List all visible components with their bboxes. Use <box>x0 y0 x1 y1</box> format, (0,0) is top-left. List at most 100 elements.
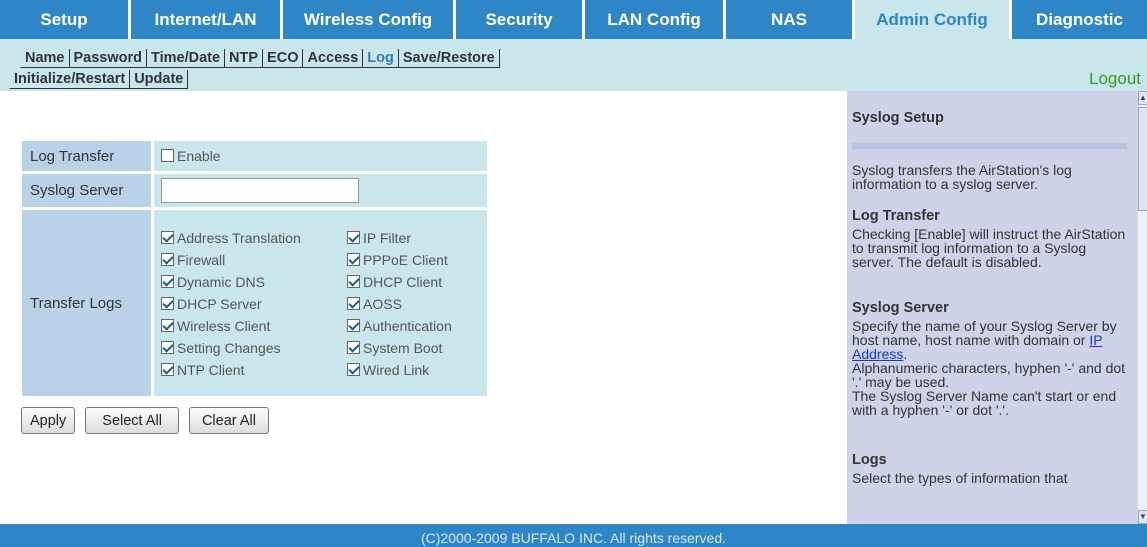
footer: (C)2000-2009 BUFFALO INC. All rights res… <box>0 524 1147 547</box>
subnav-update[interactable]: Update <box>130 70 189 89</box>
log-option-label: Firewall <box>177 251 226 268</box>
copyright-text: (C)2000-2009 BUFFALO INC. All rights res… <box>420 530 726 546</box>
tab-diagnostic[interactable]: Diagnostic <box>1012 0 1147 39</box>
apply-button[interactable]: Apply <box>21 407 76 434</box>
log-option-checkbox[interactable] <box>347 319 360 333</box>
help-logs-text: Select the types of information that <box>852 470 1068 486</box>
log-option-label: Authentication <box>363 317 452 334</box>
log-option: Address Translation <box>161 229 347 247</box>
tab-admin-config[interactable]: Admin Config <box>855 0 1012 39</box>
log-option-label: Address Translation <box>177 229 301 246</box>
log-option-label: System Boot <box>363 339 443 356</box>
syslog-server-input[interactable] <box>161 178 359 203</box>
log-option: System Boot <box>347 339 487 357</box>
logout-link[interactable]: Logout <box>1089 69 1141 89</box>
tab-security[interactable]: Security <box>456 0 585 39</box>
tab-wireless-config[interactable]: Wireless Config <box>283 0 456 39</box>
log-option-checkbox[interactable] <box>347 253 360 267</box>
help-syslog-text-1: Specify the name of your Syslog Server b… <box>852 318 1117 348</box>
scroll-thumb[interactable] <box>1138 107 1147 211</box>
log-option: NTP Client <box>161 361 347 379</box>
clear-all-button[interactable]: Clear All <box>188 407 269 434</box>
scroll-down-arrow-icon[interactable]: ▼ <box>1138 510 1147 524</box>
sub-nav-row-1: Name Password Time/Date NTP ECO Access L… <box>20 49 500 68</box>
tab-nas[interactable]: NAS <box>726 0 855 39</box>
log-option-checkbox[interactable] <box>161 231 174 245</box>
log-option-label: PPPoE Client <box>363 251 448 268</box>
help-syslog-server-title: Syslog Server <box>852 300 949 316</box>
log-option-checkbox[interactable] <box>347 275 360 289</box>
log-option-label: DHCP Server <box>177 295 262 312</box>
tab-internet-lan[interactable]: Internet/LAN <box>131 0 283 39</box>
subnav-time-date[interactable]: Time/Date <box>147 49 226 68</box>
enable-label: Enable <box>177 147 221 164</box>
log-option-checkbox[interactable] <box>161 275 174 289</box>
log-option-label: Wired Link <box>363 361 430 378</box>
help-syslog-text-3: Alphanumeric characters, hyphen '-' and … <box>852 360 1126 390</box>
log-option: IP Filter <box>347 229 487 247</box>
log-option-label: Setting Changes <box>177 339 281 356</box>
syslog-server-cell <box>151 174 487 207</box>
syslog-server-label: Syslog Server <box>22 174 151 207</box>
select-all-button[interactable]: Select All <box>85 407 179 434</box>
transfer-logs-options: Address Translation IP Filter Firewall PPPo… <box>161 227 487 379</box>
sub-nav-row-2: Initialize/Restart Update <box>9 70 189 89</box>
log-option-checkbox[interactable] <box>161 253 174 267</box>
scroll-up-arrow-icon[interactable]: ▲ <box>1138 91 1147 105</box>
sub-nav: Name Password Time/Date NTP ECO Access L… <box>0 39 1147 91</box>
log-option-label: AOSS <box>363 295 402 312</box>
log-option-checkbox[interactable] <box>347 231 360 245</box>
log-option-label: Dynamic DNS <box>177 273 265 290</box>
enable-checkbox[interactable] <box>161 149 174 163</box>
log-option-checkbox[interactable] <box>161 319 174 333</box>
log-option: Firewall <box>161 251 347 269</box>
log-transfer-label: Log Transfer <box>22 141 151 171</box>
help-intro: Syslog transfers the AirStation's log in… <box>852 162 1072 192</box>
log-option: PPPoE Client <box>347 251 487 269</box>
log-option-label: Wireless Client <box>177 317 271 334</box>
subnav-initialize-restart[interactable]: Initialize/Restart <box>9 70 131 89</box>
log-transfer-cell: Enable <box>151 141 487 171</box>
log-option: DHCP Client <box>347 273 487 291</box>
help-logs-title: Logs <box>852 452 887 468</box>
log-option: Setting Changes <box>161 339 347 357</box>
log-option-checkbox[interactable] <box>161 297 174 311</box>
main-content: Log Transfer Enable Syslog Server Transf… <box>0 91 847 524</box>
log-option-checkbox[interactable] <box>347 363 360 377</box>
tab-lan-config[interactable]: LAN Config <box>585 0 726 39</box>
log-option-label: NTP Client <box>177 361 245 378</box>
syslog-form: Log Transfer Enable Syslog Server Transf… <box>22 138 487 399</box>
help-syslog-server-text: Specify the name of your Syslog Server b… <box>852 319 1127 417</box>
help-syslog-text-4: The Syslog Server Name can't start or en… <box>852 388 1117 418</box>
tab-setup[interactable]: Setup <box>0 0 131 39</box>
log-option: Dynamic DNS <box>161 273 347 291</box>
log-option-label: DHCP Client <box>363 273 443 290</box>
subnav-name[interactable]: Name <box>20 49 70 68</box>
log-option: AOSS <box>347 295 487 313</box>
help-scrollbar[interactable]: ▲ ▼ <box>1137 91 1147 524</box>
subnav-eco[interactable]: ECO <box>263 49 304 68</box>
subnav-access[interactable]: Access <box>303 49 364 68</box>
log-option-checkbox[interactable] <box>347 341 360 355</box>
log-option: DHCP Server <box>161 295 347 313</box>
help-log-transfer-text: Checking [Enable] will instruct the AirS… <box>852 226 1126 270</box>
log-option: Wireless Client <box>161 317 347 335</box>
subnav-ntp[interactable]: NTP <box>225 49 264 68</box>
help-title: Syslog Setup <box>852 110 944 126</box>
log-option-checkbox[interactable] <box>161 341 174 355</box>
action-buttons: Apply Select All Clear All <box>21 407 279 434</box>
transfer-logs-label: Transfer Logs <box>22 210 151 396</box>
subnav-log[interactable]: Log <box>363 49 399 68</box>
help-panel: Syslog Setup Syslog transfers the AirSta… <box>847 91 1137 524</box>
help-log-transfer-title: Log Transfer <box>852 208 940 224</box>
log-option-label: IP Filter <box>363 229 411 246</box>
log-option-checkbox[interactable] <box>347 297 360 311</box>
transfer-logs-cell: Address Translation IP Filter Firewall PPPo… <box>151 210 487 396</box>
log-option: Authentication <box>347 317 487 335</box>
top-nav: Setup Internet/LAN Wireless Config Secur… <box>0 0 1147 39</box>
help-divider <box>852 143 1127 149</box>
subnav-save-restore[interactable]: Save/Restore <box>398 49 500 68</box>
log-option-checkbox[interactable] <box>161 363 174 377</box>
subnav-password[interactable]: Password <box>69 49 147 68</box>
log-option: Wired Link <box>347 361 487 379</box>
